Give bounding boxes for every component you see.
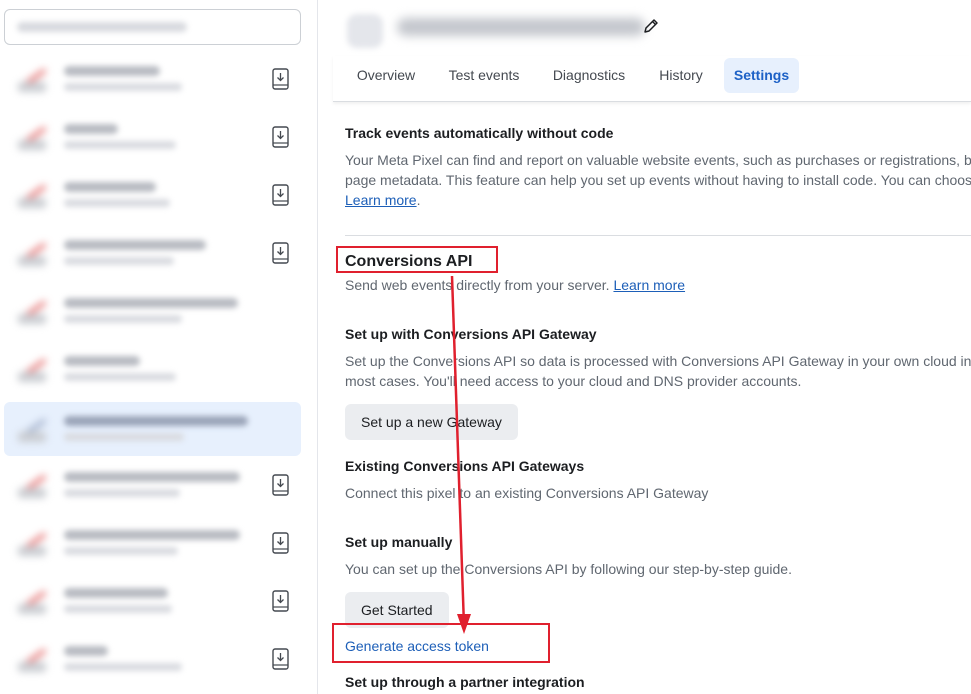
- search-placeholder-blurred: [17, 22, 187, 32]
- pixel-settings-panel: Overview Test events Diagnostics History…: [333, 0, 971, 694]
- auto-events-desc-line2: page metadata. This feature can help you…: [345, 172, 971, 188]
- download-device-icon[interactable]: [272, 242, 289, 264]
- pixel-list-item[interactable]: [4, 342, 301, 396]
- auto-events-learn-more-link[interactable]: Learn more: [345, 192, 417, 208]
- tab-test-events[interactable]: Test events: [437, 58, 531, 93]
- pixel-thumbnail: [16, 236, 52, 270]
- download-device-icon[interactable]: [272, 590, 289, 612]
- gateway-title: Set up with Conversions API Gateway: [345, 326, 597, 342]
- pixel-name-blurred: [397, 18, 645, 36]
- pixel-list-item[interactable]: [4, 110, 301, 164]
- pixel-id-blurred: [64, 257, 174, 265]
- tab-settings[interactable]: Settings: [724, 58, 799, 93]
- partner-integration-title: Set up through a partner integration: [345, 674, 585, 690]
- pixel-name-blurred: [64, 124, 118, 134]
- tab-diagnostics[interactable]: Diagnostics: [541, 58, 637, 93]
- pixel-id-blurred: [64, 547, 178, 555]
- pencil-edit-icon[interactable]: [642, 17, 660, 35]
- pixel-name-blurred: [64, 356, 140, 366]
- pixel-list-item[interactable]: [4, 458, 301, 512]
- pixel-thumbnail: [16, 468, 52, 502]
- download-device-icon[interactable]: [272, 648, 289, 670]
- auto-events-title: Track events automatically without code: [345, 125, 614, 141]
- setup-manually-desc: You can set up the Conversions API by fo…: [345, 561, 792, 577]
- pixel-id-blurred: [64, 199, 170, 207]
- pixel-thumbnail: [16, 526, 52, 560]
- existing-gateways-desc: Connect this pixel to an existing Conver…: [345, 485, 709, 501]
- pixel-name-blurred: [64, 298, 238, 308]
- pixel-id-blurred: [64, 605, 172, 613]
- pixel-id-blurred: [64, 83, 182, 91]
- pixel-thumbnail: [16, 62, 52, 96]
- download-device-icon[interactable]: [272, 474, 289, 496]
- pixel-name-blurred: [64, 530, 240, 540]
- pixel-id-blurred: [64, 433, 184, 441]
- pixel-thumbnail: [16, 412, 52, 446]
- pixel-name-blurred: [64, 472, 240, 482]
- pixel-list-item[interactable]: [4, 284, 301, 338]
- pixel-name-blurred: [64, 240, 206, 250]
- capi-desc: Send web events directly from your serve…: [345, 277, 610, 293]
- sidebar-search-input[interactable]: [4, 9, 301, 45]
- auto-events-desc-line1: Your Meta Pixel can find and report on v…: [345, 152, 971, 168]
- download-device-icon[interactable]: [272, 126, 289, 148]
- pixel-thumbnail: [16, 584, 52, 618]
- pixel-list-item[interactable]: [4, 632, 301, 686]
- annotation-box-generate-token: [332, 623, 550, 663]
- setup-new-gateway-button[interactable]: Set up a new Gateway: [345, 404, 518, 440]
- annotation-box-conversions-api: [336, 246, 498, 273]
- pixel-id-blurred: [64, 489, 180, 497]
- setup-manually-title: Set up manually: [345, 534, 453, 550]
- pixel-name-blurred: [64, 66, 160, 76]
- pixel-tabs: Overview Test events Diagnostics History…: [333, 56, 971, 102]
- pixel-id-blurred: [64, 315, 182, 323]
- download-device-icon[interactable]: [272, 532, 289, 554]
- gateway-desc-line2: most cases. You'll need access to your c…: [345, 373, 802, 389]
- pixel-thumbnail: [16, 642, 52, 676]
- pixel-list-sidebar: [0, 0, 318, 694]
- capi-desc-wrap: Send web events directly from your serve…: [345, 275, 685, 295]
- pixel-name-blurred: [64, 646, 108, 656]
- pixel-list-item[interactable]: [4, 516, 301, 570]
- pixel-avatar: [347, 14, 383, 48]
- pixel-thumbnail: [16, 294, 52, 328]
- pixel-thumbnail: [16, 178, 52, 212]
- pixel-thumbnail: [16, 120, 52, 154]
- pixel-list-item[interactable]: [4, 574, 301, 628]
- section-divider: [345, 235, 971, 236]
- auto-events-learn-more-wrap: Learn more.: [345, 190, 420, 210]
- pixel-list-item-selected[interactable]: [4, 402, 301, 456]
- download-device-icon[interactable]: [272, 68, 289, 90]
- pixel-name-blurred: [64, 588, 168, 598]
- tab-overview[interactable]: Overview: [345, 58, 427, 93]
- pixel-id-blurred: [64, 373, 176, 381]
- period: .: [416, 192, 421, 208]
- pixel-list-item[interactable]: [4, 168, 301, 222]
- gateway-desc-line1: Set up the Conversions API so data is pr…: [345, 353, 971, 369]
- download-device-icon[interactable]: [272, 184, 289, 206]
- pixel-name-blurred: [64, 416, 248, 426]
- pixel-list-item[interactable]: [4, 52, 301, 106]
- capi-learn-more-link[interactable]: Learn more: [613, 277, 685, 293]
- pixel-thumbnail: [16, 352, 52, 386]
- existing-gateways-title: Existing Conversions API Gateways: [345, 458, 585, 474]
- pixel-list-item[interactable]: [4, 226, 301, 280]
- pixel-id-blurred: [64, 141, 176, 149]
- pixel-name-blurred: [64, 182, 156, 192]
- pixel-id-blurred: [64, 663, 182, 671]
- tab-history[interactable]: History: [647, 58, 715, 93]
